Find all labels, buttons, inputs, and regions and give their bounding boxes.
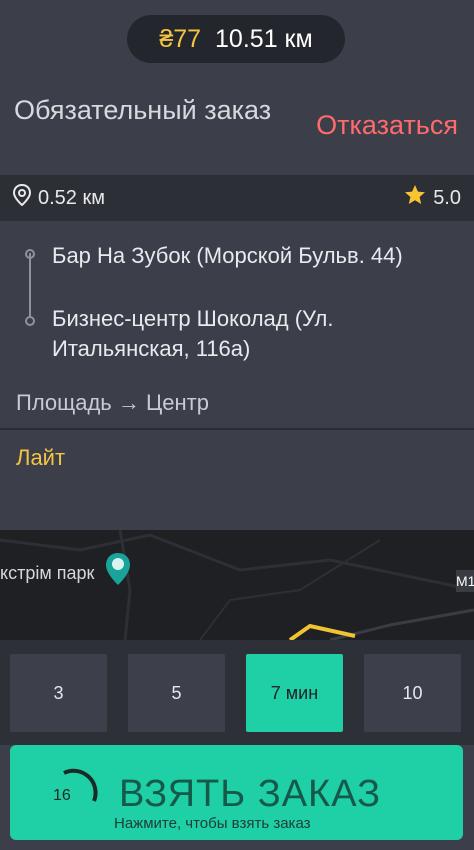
- trip-distance: 10.51 км: [215, 24, 313, 53]
- route-from-address: Бар На Зубок (Морской Бульв. 44): [52, 243, 403, 268]
- route-to-address: Бизнес-центр Шоколад (Ул. Итальянская, 1…: [52, 306, 334, 361]
- route-line: [29, 253, 31, 320]
- time-options-bar: 3 5 7 мин 10: [0, 640, 474, 745]
- order-type-title: Обязательный заказ: [14, 95, 272, 125]
- time-option-10[interactable]: 10: [364, 654, 461, 732]
- trip-summary-pill: ₴77 10.51 км: [127, 15, 345, 63]
- rating-value: 5.0: [433, 186, 461, 209]
- pickup-distance-group: 0.52 км: [12, 183, 105, 212]
- time-option-7[interactable]: 7 мин: [246, 654, 343, 732]
- time-option-3[interactable]: 3: [10, 654, 107, 732]
- countdown-value: 16: [53, 787, 71, 804]
- take-order-button[interactable]: 16 ВЗЯТЬ ЗАКАЗ Нажмите, чтобы взять зака…: [10, 745, 463, 840]
- rating-group: 5.0: [403, 183, 461, 213]
- park-pin-icon[interactable]: [105, 552, 131, 591]
- route-end-dot: [25, 316, 35, 326]
- star-icon: [403, 183, 427, 213]
- road-badge: M1: [456, 570, 474, 592]
- map-poi-label: кстрім парк: [0, 563, 95, 583]
- map-roads: [0, 530, 474, 640]
- pickup-distance: 0.52 км: [38, 186, 105, 209]
- route-area: Площадь → Центр: [16, 390, 209, 415]
- map-view[interactable]: кстрім парк M1: [0, 530, 474, 640]
- tariff-label: Лайт: [16, 445, 66, 470]
- trip-price: ₴77: [159, 24, 202, 53]
- decline-button[interactable]: Отказаться: [316, 110, 458, 141]
- take-order-label: ВЗЯТЬ ЗАКАЗ: [119, 773, 382, 815]
- time-option-5[interactable]: 5: [128, 654, 225, 732]
- location-pin-icon: [12, 183, 32, 212]
- divider: [0, 428, 474, 430]
- take-order-hint: Нажмите, чтобы взять заказ: [114, 815, 311, 832]
- order-info-bar: 0.52 км 5.0: [0, 175, 474, 221]
